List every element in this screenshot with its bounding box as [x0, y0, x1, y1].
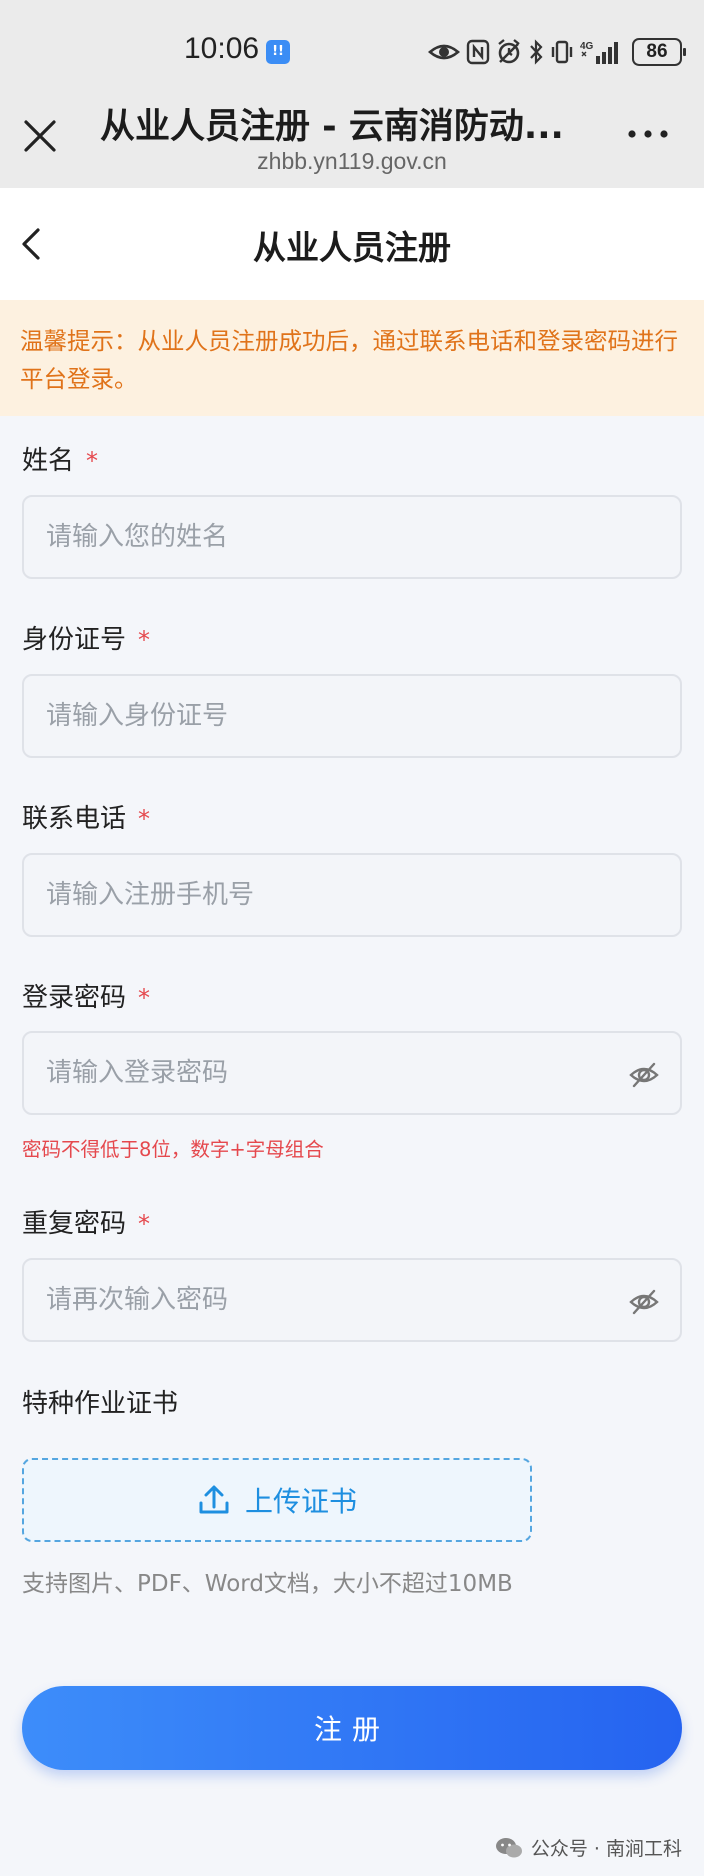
nfc-icon — [466, 39, 490, 65]
required-mark: * — [138, 1210, 151, 1238]
page-title: 从业人员注册 — [253, 228, 451, 267]
upload-label: 上传证书 — [244, 1485, 357, 1518]
required-mark: * — [86, 447, 99, 475]
name-label: 姓名 * — [22, 440, 98, 477]
password-input[interactable] — [24, 1033, 680, 1113]
password-label-text: 登录密码 — [22, 983, 127, 1013]
notification-badge: !! — [266, 40, 290, 64]
status-time: 10:06 — [184, 32, 260, 65]
name-label-text: 姓名 — [22, 446, 75, 476]
browser-url: zhbb.yn119.gov.cn — [257, 148, 447, 174]
upload-icon — [199, 1485, 229, 1514]
password-field[interactable] — [22, 1031, 682, 1115]
name-field[interactable] — [22, 495, 682, 579]
required-mark: * — [138, 626, 151, 654]
password-hint: 密码不得低于8位，数字+字母组合 — [22, 1138, 324, 1161]
id-number-label: 身份证号 * — [22, 619, 150, 656]
eye-comfort-icon — [428, 44, 460, 60]
eye-off-icon[interactable] — [628, 1286, 660, 1318]
phone-field[interactable] — [22, 853, 682, 937]
battery-indicator: 86 — [632, 38, 686, 66]
page-header: 从业人员注册 — [0, 188, 704, 300]
status-bar: 10:06 !! 4G 86 — [0, 30, 704, 74]
repeat-password-input[interactable] — [24, 1260, 680, 1340]
status-icons: 4G 86 — [428, 34, 686, 70]
watermark-text: 公众号 · 南涧工科 — [530, 1838, 682, 1860]
id-number-field[interactable] — [22, 674, 682, 758]
required-mark: * — [138, 805, 151, 833]
required-mark: * — [138, 984, 151, 1012]
vibrate-icon — [551, 40, 573, 64]
notice-banner: 温馨提示：从业人员注册成功后，通过联系电话和登录密码进行平台登录。 — [0, 300, 704, 416]
bluetooth-icon — [530, 39, 543, 65]
phone-label-text: 联系电话 — [22, 804, 127, 834]
certificate-label: 特种作业证书 — [22, 1389, 179, 1419]
upload-certificate-button[interactable]: 上传证书 — [22, 1458, 532, 1542]
repeat-password-field[interactable] — [22, 1258, 682, 1342]
watermark: 公众号 · 南涧工科 — [495, 1834, 682, 1861]
register-button[interactable]: 注册 — [22, 1686, 682, 1770]
id-number-label-text: 身份证号 — [22, 625, 127, 655]
repeat-password-label-text: 重复密码 — [22, 1209, 127, 1239]
wechat-icon — [495, 1837, 522, 1857]
svg-text:4G: 4G — [580, 41, 594, 52]
alarm-icon — [498, 39, 520, 64]
repeat-password-label: 重复密码 * — [22, 1203, 150, 1240]
phone-input[interactable] — [24, 855, 680, 935]
upload-hint: 支持图片、PDF、Word文档，大小不超过10MB — [22, 1571, 513, 1597]
browser-chrome: 10:06 !! 4G 86 从业人员注册 - 云南消防动... zhbb.yn… — [0, 0, 704, 188]
name-input[interactable] — [24, 497, 680, 577]
eye-off-icon[interactable] — [628, 1059, 660, 1091]
id-number-input[interactable] — [24, 676, 680, 756]
password-label: 登录密码 * — [22, 977, 150, 1014]
browser-title: 从业人员注册 - 云南消防动... — [100, 107, 564, 147]
more-icon[interactable] — [624, 122, 672, 146]
phone-label: 联系电话 * — [22, 798, 150, 835]
signal-icon: 4G — [580, 41, 618, 64]
